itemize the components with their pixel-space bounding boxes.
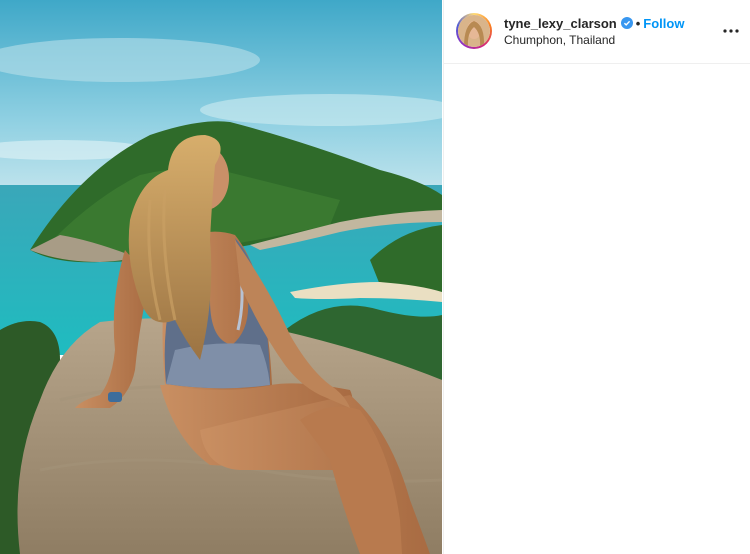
verified-badge-icon	[620, 17, 633, 29]
avatar[interactable]	[458, 15, 490, 47]
post-header: tyne_lexy_clarson • Follow Chumphon, Thail…	[444, 0, 750, 64]
location-link[interactable]: Chumphon, Thailand	[504, 33, 615, 47]
separator-dot: •	[635, 16, 641, 31]
post-photo[interactable]	[0, 0, 442, 554]
post-sidebar: tyne_lexy_clarson • Follow Chumphon, Thail…	[443, 0, 750, 554]
more-options-icon[interactable]	[722, 22, 740, 40]
username-link[interactable]: tyne_lexy_clarson	[504, 16, 617, 31]
follow-button[interactable]: Follow	[643, 16, 684, 31]
avatar-story-ring[interactable]	[456, 13, 492, 49]
post-author: tyne_lexy_clarson • Follow	[504, 16, 684, 31]
